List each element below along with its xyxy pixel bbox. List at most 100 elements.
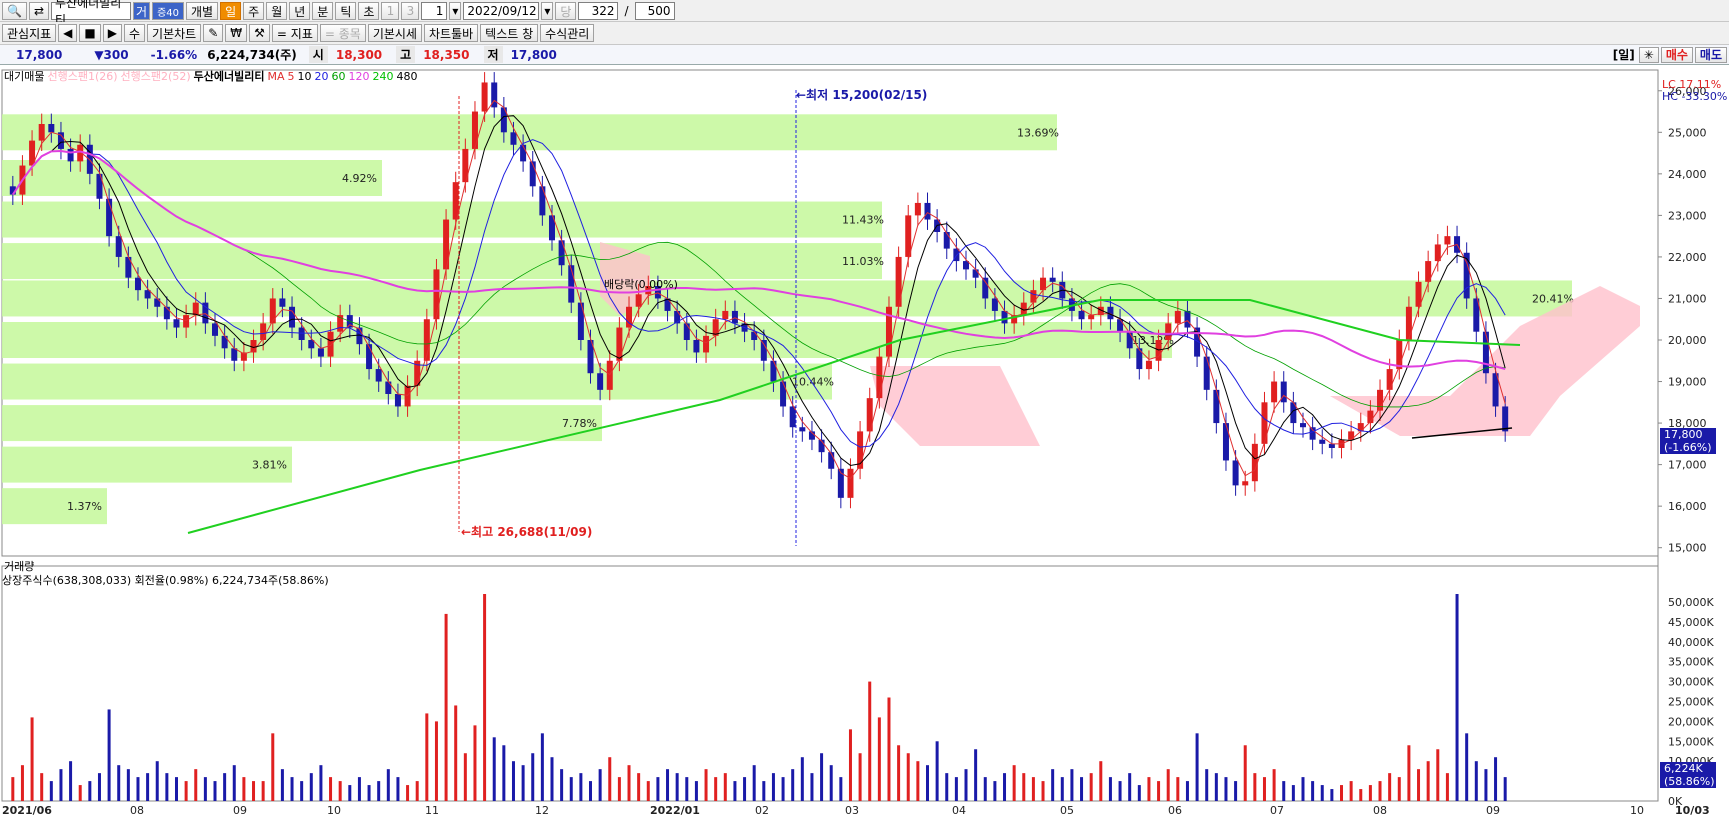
volume-bar	[560, 769, 564, 801]
supply-zone-label: 7.78%	[562, 417, 597, 430]
volume-bar	[1195, 733, 1199, 801]
volume-bar	[887, 697, 891, 801]
candle-body	[67, 148, 74, 162]
volume-bar	[78, 785, 82, 801]
volume-bar	[1417, 769, 1421, 801]
won-icon[interactable]: ₩	[225, 24, 248, 42]
search-icon[interactable]: 🔍	[2, 2, 27, 20]
volume-bar	[771, 773, 775, 801]
volume-bar	[271, 733, 275, 801]
sell-button[interactable]: 매도	[1694, 46, 1727, 63]
volume-bar	[30, 717, 34, 801]
candle-body	[86, 144, 93, 174]
candle-body	[780, 381, 787, 407]
date-dropdown-icon[interactable]: ▾	[541, 2, 554, 20]
swap-icon[interactable]: ⇄	[28, 2, 50, 20]
candle-body	[847, 468, 854, 498]
period-month[interactable]: 월	[266, 2, 288, 20]
nav-stop-button[interactable]: ■	[79, 24, 101, 42]
period-day[interactable]: 일	[220, 2, 242, 20]
date-field[interactable]: 2022/09/12	[463, 2, 540, 20]
legend-ma-10: 10	[297, 69, 312, 83]
pen-icon[interactable]: ✎	[203, 24, 224, 42]
volume-bar	[752, 765, 756, 801]
text-window-button[interactable]: 텍스트 창	[480, 24, 539, 42]
view-count-field[interactable]: 322	[578, 2, 619, 20]
candle-body	[134, 277, 141, 291]
nav-next-button[interactable]: ▶	[102, 24, 122, 42]
low-price: 17,800	[510, 47, 557, 62]
period-num-1[interactable]: 1	[381, 2, 400, 20]
x-axis-label: 02	[755, 804, 769, 817]
volume-bar	[1503, 777, 1507, 801]
candle-body	[943, 232, 950, 249]
candle-body	[1222, 423, 1229, 461]
volume-bar	[406, 785, 410, 801]
x-axis-label: 12	[535, 804, 549, 817]
candle-body	[481, 82, 488, 112]
indicator-button[interactable]: = 지표	[271, 24, 318, 42]
volume-bar	[791, 769, 795, 801]
volume-bar	[820, 753, 824, 801]
formula-button[interactable]: 수식관리	[540, 24, 595, 42]
volume-bar	[714, 777, 718, 801]
volume-bar	[434, 721, 438, 801]
stock-chart[interactable]: 13.69%4.92%11.43%11.03%20.41%13.12%10.44…	[0, 66, 1729, 817]
tool-icon[interactable]: ⚒	[249, 24, 270, 42]
volume-bar	[1262, 777, 1266, 801]
period-num-3[interactable]: 3	[401, 2, 420, 20]
period-tick[interactable]: 틱	[335, 2, 357, 20]
legend-ma-5: 5	[287, 69, 295, 83]
current-price: 17,800	[16, 47, 63, 62]
candle-body	[520, 144, 527, 162]
volume-bar	[107, 709, 111, 801]
candle-body	[1328, 443, 1335, 448]
volume-bar	[1070, 769, 1074, 801]
legend-span1: 선행스팬1(26)	[47, 70, 118, 83]
indicator-favorites-button[interactable]: 관심지표	[2, 24, 57, 42]
x-axis-label: 2021/06	[2, 804, 52, 817]
period-week[interactable]: 주	[243, 2, 265, 20]
volume-bar	[1301, 777, 1305, 801]
total-count-field[interactable]: 500	[634, 2, 675, 20]
volume-bar	[483, 594, 487, 801]
stock-name-field[interactable]: 두산에너빌리티	[51, 0, 132, 27]
period-year[interactable]: 년	[289, 2, 311, 20]
legend-span2: 선행스팬2(52)	[120, 70, 191, 83]
period-minute[interactable]: 분	[312, 2, 334, 20]
volume-bar	[40, 773, 44, 801]
volume-bar	[59, 769, 63, 801]
hc-readout: HC -33.30%	[1662, 90, 1728, 103]
price-axis-label: 23,000	[1668, 209, 1707, 222]
volume-bar	[1291, 785, 1295, 801]
individual-button[interactable]: 개별	[186, 2, 219, 20]
item-button[interactable]: = 종목	[319, 24, 366, 42]
basic-quote-button[interactable]: 기본시세	[367, 24, 422, 42]
volume-bar	[454, 705, 458, 801]
volume-bar	[608, 757, 612, 801]
candle-body	[1184, 310, 1191, 328]
chevron-down-icon[interactable]: ▾	[449, 2, 462, 20]
price-tag-pct: (-1.66%)	[1664, 441, 1712, 454]
open-label: 시	[308, 46, 328, 63]
count-select[interactable]: 1	[421, 2, 448, 20]
volume-bar	[290, 777, 294, 801]
basic-chart-button[interactable]: 기본차트	[147, 24, 202, 42]
candle-body	[1463, 252, 1470, 299]
chart-area[interactable]: 13.69% 4.92% 11.43% 11.03% 20.41% 13.12% 10.44…	[0, 66, 1729, 817]
settings-icon[interactable]: ✳	[1638, 46, 1659, 63]
volume-bar	[386, 769, 390, 801]
x-axis-label: 2022/01	[650, 804, 700, 817]
volume-bar	[1340, 785, 1344, 801]
period-second[interactable]: 초	[358, 2, 380, 20]
high-label: 고	[396, 46, 416, 63]
nav-number-button[interactable]: 수	[123, 24, 146, 42]
volume-bar	[165, 773, 169, 801]
volume-bar	[252, 781, 256, 801]
nav-prev-button[interactable]: ◀	[58, 24, 78, 42]
price-change: ▼300	[94, 47, 129, 62]
count-slash: /	[624, 4, 629, 18]
legend-ma-120: 120	[348, 69, 370, 83]
chart-toolbar-button[interactable]: 차트툴바	[423, 24, 479, 42]
buy-button[interactable]: 매수	[1660, 46, 1693, 63]
